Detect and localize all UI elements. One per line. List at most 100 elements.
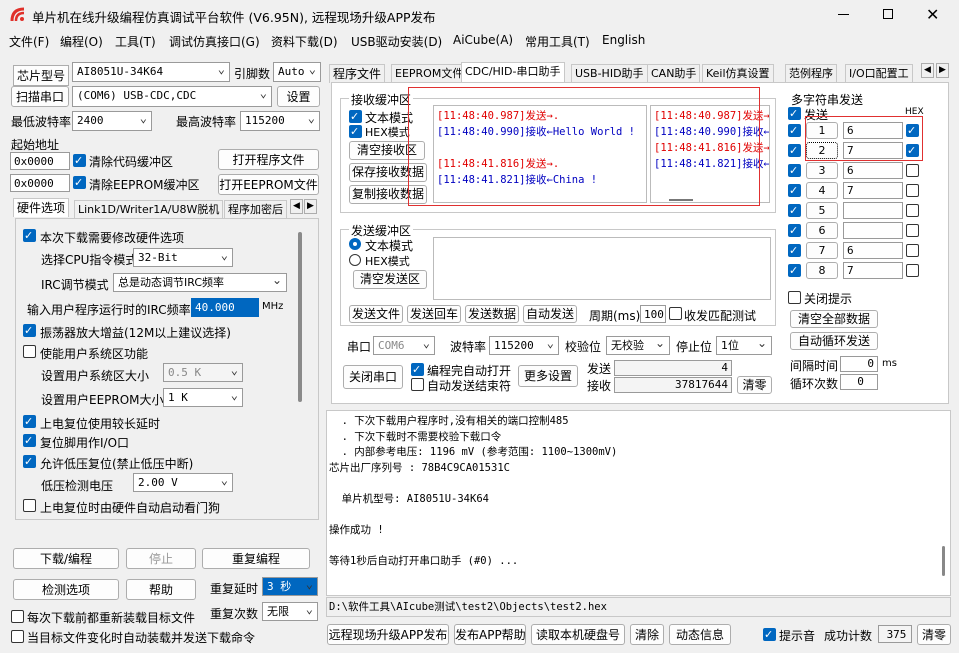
menu-aicube[interactable]: AiCube(A) xyxy=(453,33,513,47)
eeprom-size-select[interactable]: 1 K xyxy=(163,388,243,407)
maximize-icon[interactable] xyxy=(883,9,893,19)
match-test-checkbox[interactable] xyxy=(669,307,682,320)
auto-send-checkbox[interactable] xyxy=(11,630,24,643)
clear-log-button[interactable]: 清除 xyxy=(630,624,664,645)
multi-row-send-button[interactable]: 7 xyxy=(806,242,838,259)
close-icon[interactable]: ✕ xyxy=(926,5,939,24)
recv-hex-checkbox[interactable] xyxy=(349,125,362,138)
tab-eeprom-file[interactable]: EEPROM文件 xyxy=(391,64,468,83)
reprogram-button[interactable]: 重复编程 xyxy=(202,548,310,569)
interval-input[interactable]: 0 xyxy=(840,356,878,372)
multi-row-send-button[interactable]: 8 xyxy=(806,262,838,279)
clear-code-checkbox[interactable] xyxy=(73,154,86,167)
tab-hardware-options[interactable]: 硬件选项 xyxy=(13,198,70,217)
send-file-button[interactable]: 发送文件 xyxy=(349,305,403,323)
tabs-scroll-right-icon[interactable]: ▶ xyxy=(936,63,949,78)
menu-tools[interactable]: 工具(T) xyxy=(115,33,156,50)
multi-row-send-checkbox[interactable] xyxy=(788,224,801,237)
lvr-checkbox[interactable] xyxy=(23,455,36,468)
log-scrollbar[interactable] xyxy=(942,546,945,576)
multi-row-send-checkbox[interactable] xyxy=(788,264,801,277)
dynamic-info-button[interactable]: 动态信息 xyxy=(669,624,731,645)
tab-scroll-left-icon[interactable]: ◀ xyxy=(290,199,303,214)
auto-loop-button[interactable]: 自动循环发送 xyxy=(790,332,878,350)
recv-text-checkbox[interactable] xyxy=(349,110,362,123)
multi-row-send-checkbox[interactable] xyxy=(788,144,801,157)
repeat-delay-select[interactable]: 3 秒 xyxy=(262,577,318,596)
minimize-icon[interactable] xyxy=(838,14,849,15)
tab-scroll-right-icon[interactable]: ▶ xyxy=(304,199,317,214)
menu-program[interactable]: 编程(O) xyxy=(60,33,103,50)
remote-upgrade-button[interactable]: 远程现场升级APP发布 xyxy=(327,624,449,645)
osc-gain-checkbox[interactable] xyxy=(23,324,36,337)
lvd-select[interactable]: 2.00 V xyxy=(133,473,233,492)
tab-io-config[interactable]: I/O口配置工 xyxy=(845,64,913,83)
tab-serial-assistant[interactable]: CDC/HID-串口助手 xyxy=(461,62,565,83)
user-sys-checkbox[interactable] xyxy=(23,345,36,358)
multi-row-hex-checkbox[interactable] xyxy=(906,244,919,257)
multi-send-all-checkbox[interactable] xyxy=(788,107,801,120)
settings-button[interactable]: 设置 xyxy=(277,86,320,107)
read-disk-id-button[interactable]: 读取本机硬盘号 xyxy=(531,624,625,645)
multi-row-send-button[interactable]: 3 xyxy=(806,162,838,179)
multi-row-send-checkbox[interactable] xyxy=(788,244,801,257)
multi-row-send-checkbox[interactable] xyxy=(788,204,801,217)
send-data-button[interactable]: 发送数据 xyxy=(465,305,519,323)
send-hex-radio[interactable] xyxy=(349,254,361,266)
multi-row-send-checkbox[interactable] xyxy=(788,124,801,137)
tab-encrypt[interactable]: 程序加密后 xyxy=(224,200,287,219)
multi-row-hex-checkbox[interactable] xyxy=(906,164,919,177)
multi-row-send-button[interactable]: 5 xyxy=(806,202,838,219)
multi-row-send-checkbox[interactable] xyxy=(788,164,801,177)
tab-can[interactable]: CAN助手 xyxy=(647,64,701,83)
clear-send-button[interactable]: 清空发送区 xyxy=(353,270,427,289)
min-baud-select[interactable]: 2400 xyxy=(72,111,152,131)
multi-row-send-checkbox[interactable] xyxy=(788,184,801,197)
port-select[interactable]: (COM6) USB-CDC,CDC xyxy=(72,86,272,107)
multi-row-send-button[interactable]: 4 xyxy=(806,182,838,199)
menu-english[interactable]: English xyxy=(602,33,645,47)
send-text-radio[interactable] xyxy=(349,238,361,250)
beep-checkbox[interactable] xyxy=(763,628,776,641)
multi-row-input[interactable]: 7 xyxy=(843,262,903,279)
more-settings-button[interactable]: 更多设置 xyxy=(518,365,578,387)
clear-eeprom-checkbox[interactable] xyxy=(73,176,86,189)
scan-port-button[interactable]: 扫描串口 xyxy=(11,86,69,107)
multi-row-input[interactable]: 6 xyxy=(843,242,903,259)
multi-row-input[interactable] xyxy=(843,202,903,219)
menu-common-tools[interactable]: 常用工具(T) xyxy=(525,33,590,50)
stopbit-select[interactable]: 1位 xyxy=(716,336,772,355)
pin-select[interactable]: Auto xyxy=(273,62,321,82)
auto-open-checkbox[interactable] xyxy=(411,363,424,376)
period-input[interactable]: 100 xyxy=(640,305,666,323)
menu-download[interactable]: 资料下载(D) xyxy=(271,33,338,50)
wdt-checkbox[interactable] xyxy=(23,499,36,512)
tab-program-file[interactable]: 程序文件 xyxy=(329,64,386,83)
modify-hw-checkbox[interactable] xyxy=(23,229,36,242)
auto-send-button[interactable]: 自动发送 xyxy=(523,305,577,323)
clear-success-button[interactable]: 清零 xyxy=(917,624,951,645)
multi-row-input[interactable] xyxy=(843,222,903,239)
publish-help-button[interactable]: 发布APP帮助 xyxy=(454,624,526,645)
code-address-input[interactable]: 0x0000 xyxy=(10,152,70,170)
baud-select[interactable]: 115200 xyxy=(489,336,559,355)
multi-row-hex-checkbox[interactable] xyxy=(906,264,919,277)
user-sys-size-select[interactable]: 0.5 K xyxy=(163,363,243,382)
max-baud-select[interactable]: 115200 xyxy=(240,111,320,131)
open-program-button[interactable]: 打开程序文件 xyxy=(218,149,319,170)
clear-counts-button[interactable]: 清零 xyxy=(737,376,772,394)
tab-examples[interactable]: 范例程序 xyxy=(785,64,837,83)
parity-select[interactable]: 无校验 xyxy=(606,336,670,355)
tab-link1d[interactable]: Link1D/Writer1A/U8W脱机 xyxy=(74,200,224,219)
reset-io-checkbox[interactable] xyxy=(23,434,36,447)
multi-row-hex-checkbox[interactable] xyxy=(906,184,919,197)
tabs-scroll-left-icon[interactable]: ◀ xyxy=(921,63,934,78)
reload-each-checkbox[interactable] xyxy=(11,610,24,623)
irc-mode-select[interactable]: 总是动态调节IRC频率 xyxy=(113,273,287,292)
multi-row-input[interactable]: 7 xyxy=(843,182,903,199)
open-eeprom-button[interactable]: 打开EEPROM文件 xyxy=(218,174,319,195)
loop-count-input[interactable]: 0 xyxy=(840,374,878,390)
send-text-area[interactable] xyxy=(433,237,771,300)
menu-debug[interactable]: 调试仿真接口(G) xyxy=(169,33,260,50)
menu-file[interactable]: 文件(F) xyxy=(9,33,49,50)
